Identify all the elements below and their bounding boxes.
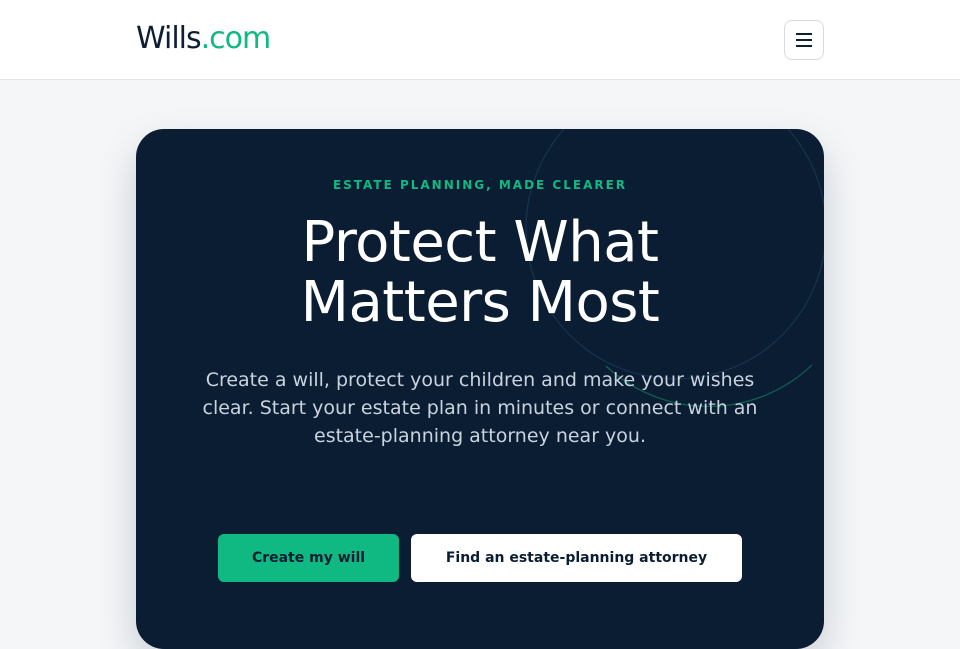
logo-wordmark: Wills <box>136 21 202 56</box>
hero-eyebrow: ESTATE PLANNING, MADE CLEARER <box>332 178 628 192</box>
create-will-button[interactable]: Create my will <box>218 534 399 582</box>
hero-card: ESTATE PLANNING, MADE CLEARER Protect Wh… <box>136 129 824 649</box>
logo-domain-suffix: .com <box>200 21 272 56</box>
site-logo[interactable]: Wills.com <box>136 19 272 59</box>
find-attorney-button[interactable]: Find an estate-planning attorney <box>411 534 742 582</box>
hero-headline-line-1: Protect What <box>301 210 659 275</box>
hero-description: Create a will, protect your children and… <box>202 369 758 447</box>
hamburger-menu-icon <box>796 33 812 47</box>
hero-headline-line-2: Matters Most <box>300 270 660 335</box>
menu-button[interactable] <box>784 20 824 60</box>
site-header: Wills.com <box>0 0 960 80</box>
hero-headline: Protect What Matters Most <box>136 213 824 333</box>
